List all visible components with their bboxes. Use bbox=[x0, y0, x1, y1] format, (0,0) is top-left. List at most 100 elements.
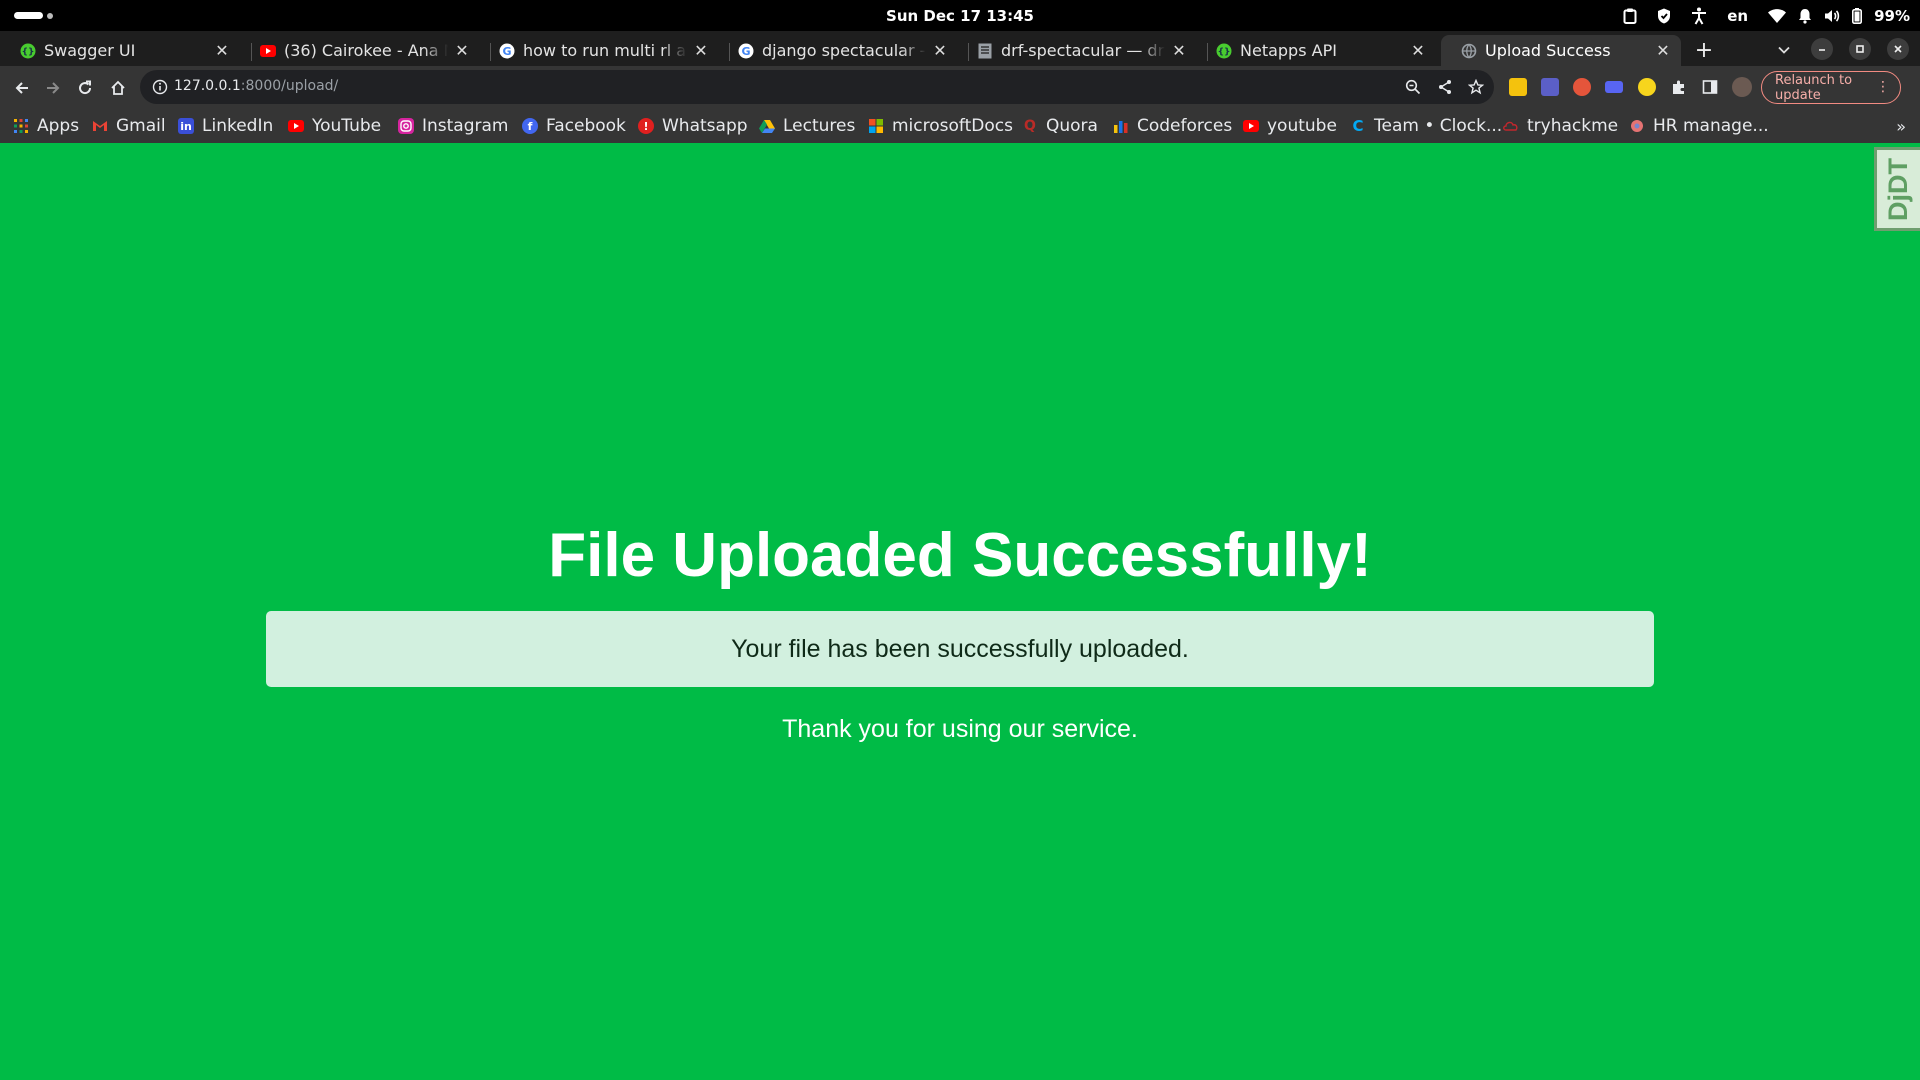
status-icons-group[interactable]: 99% bbox=[1768, 6, 1910, 26]
djdt-label: DjDT bbox=[1883, 157, 1913, 221]
activities-indicator[interactable] bbox=[14, 12, 53, 19]
extension-screen-icon[interactable] bbox=[1605, 81, 1623, 93]
tab-netapps-api[interactable]: {} Netapps API ✕ bbox=[1196, 35, 1436, 66]
reload-icon bbox=[79, 80, 92, 95]
close-icon[interactable]: ✕ bbox=[932, 41, 948, 60]
success-message-box: Your file has been successfully uploaded… bbox=[266, 611, 1654, 687]
menu-dots-icon[interactable]: ⋮ bbox=[1876, 79, 1890, 95]
close-icon[interactable]: ✕ bbox=[1410, 41, 1426, 60]
globe-icon bbox=[1461, 43, 1477, 59]
bookmark-star-icon[interactable] bbox=[1467, 78, 1485, 96]
bookmark-linkedin[interactable]: in LinkedIn bbox=[178, 115, 273, 137]
apps-grid-icon bbox=[13, 118, 29, 134]
close-icon[interactable]: ✕ bbox=[1171, 41, 1187, 60]
extension-notes-icon[interactable] bbox=[1509, 78, 1527, 96]
bookmark-label: Apps bbox=[37, 116, 80, 136]
back-button[interactable] bbox=[10, 76, 34, 100]
maximize-icon bbox=[1856, 45, 1864, 53]
bookmark-team-clock[interactable]: C Team • Clock... bbox=[1350, 115, 1502, 137]
tab-google-search-django[interactable]: G django spectacular - Google ✕ bbox=[718, 35, 958, 66]
tab-drf-spectacular-docs[interactable]: drf-spectacular — drf-spectacular ✕ bbox=[957, 35, 1197, 66]
swagger-icon: {} bbox=[20, 43, 36, 59]
tab-cairokee[interactable]: (36) Cairokee - Ana Nejm ✕ bbox=[240, 35, 480, 66]
close-icon bbox=[1894, 45, 1902, 53]
system-tray[interactable]: en 99% bbox=[1623, 5, 1910, 27]
quora-icon: Q bbox=[1024, 118, 1036, 134]
bookmark-label: Lectures bbox=[783, 116, 856, 136]
notifications-off-icon bbox=[1798, 8, 1812, 24]
bookmark-gmail[interactable]: Gmail bbox=[92, 115, 166, 137]
workspace-active-indicator bbox=[14, 12, 43, 19]
tab-title: Upload Success bbox=[1485, 41, 1611, 60]
bookmark-instagram[interactable]: Instagram bbox=[398, 115, 509, 137]
close-icon[interactable]: ✕ bbox=[693, 41, 709, 60]
bookmark-tryhackme[interactable]: tryhackme bbox=[1503, 115, 1618, 137]
bookmark-lectures[interactable]: Lectures bbox=[759, 115, 855, 137]
new-tab-button[interactable]: + bbox=[1692, 38, 1716, 63]
site-info-icon[interactable] bbox=[152, 79, 168, 95]
system-clock[interactable]: Sun Dec 17 13:45 bbox=[886, 7, 1034, 25]
close-window-button[interactable] bbox=[1887, 38, 1909, 60]
bookmark-hr-manage[interactable]: HR manage... bbox=[1629, 115, 1769, 137]
extension-teams-icon[interactable] bbox=[1541, 78, 1559, 96]
profile-avatar[interactable] bbox=[1732, 77, 1752, 97]
home-button[interactable] bbox=[106, 76, 130, 100]
extension-ublock-icon[interactable] bbox=[1638, 78, 1656, 96]
microsoft-icon bbox=[868, 118, 884, 134]
docs-icon bbox=[977, 43, 993, 59]
share-icon[interactable] bbox=[1436, 78, 1454, 96]
bookmark-quora[interactable]: Q Quora bbox=[1022, 115, 1098, 137]
bookmark-microsoftdocs[interactable]: microsoftDocs bbox=[868, 115, 1013, 137]
home-icon bbox=[111, 80, 125, 95]
close-icon[interactable]: ✕ bbox=[454, 41, 470, 60]
google-icon: G bbox=[499, 43, 515, 59]
wifi-icon bbox=[1768, 9, 1787, 23]
facebook-icon: f bbox=[522, 118, 538, 134]
minimize-icon bbox=[1819, 49, 1825, 51]
bookmark-label: Quora bbox=[1046, 116, 1098, 136]
system-top-bar: Sun Dec 17 13:45 en 99% bbox=[0, 0, 1920, 31]
bookmark-label: microsoftDocs bbox=[892, 116, 1013, 136]
tab-search-button[interactable] bbox=[1772, 38, 1796, 62]
side-panel-icon[interactable] bbox=[1701, 78, 1719, 96]
whatsapp-icon: ! bbox=[638, 118, 654, 134]
bookmark-facebook[interactable]: f Facebook bbox=[522, 115, 626, 137]
bookmark-label: youtube bbox=[1267, 116, 1337, 136]
bookmark-label: Codeforces bbox=[1137, 116, 1233, 136]
youtube-icon bbox=[1243, 118, 1259, 134]
bookmarks-overflow-icon[interactable]: » bbox=[1896, 117, 1906, 136]
shield-icon[interactable] bbox=[1657, 6, 1671, 26]
address-bar[interactable]: 127.0.0.1:8000/upload/ bbox=[140, 70, 1494, 104]
bookmark-label: HR manage... bbox=[1653, 116, 1769, 136]
hr-icon bbox=[1629, 118, 1645, 134]
svg-text:{}: {} bbox=[1218, 47, 1231, 57]
relaunch-button[interactable]: Relaunch to update ⋮ bbox=[1761, 71, 1901, 104]
close-icon[interactable]: ✕ bbox=[214, 41, 230, 60]
bookmark-youtube-2[interactable]: youtube bbox=[1243, 115, 1337, 137]
django-debug-toolbar-handle[interactable]: DjDT bbox=[1874, 147, 1920, 231]
tab-upload-success[interactable]: Upload Success ✕ bbox=[1441, 35, 1681, 66]
bookmark-whatsapp[interactable]: ! Whatsapp bbox=[638, 115, 748, 137]
bookmark-codeforces[interactable]: Codeforces bbox=[1113, 115, 1232, 137]
close-icon[interactable]: ✕ bbox=[1655, 41, 1671, 60]
thank-you-text: Thank you for using our service. bbox=[782, 715, 1138, 743]
forward-button[interactable] bbox=[41, 76, 65, 100]
tab-google-search-rl[interactable]: G how to run multi rl agents ✕ bbox=[479, 35, 719, 66]
battery-percentage: 99% bbox=[1874, 7, 1910, 25]
browser-tab-strip: {} Swagger UI ✕ (36) Cairokee - Ana Nejm… bbox=[0, 31, 1920, 66]
zoom-icon[interactable] bbox=[1404, 78, 1422, 96]
accessibility-icon[interactable] bbox=[1691, 6, 1707, 26]
bookmark-apps[interactable]: Apps bbox=[13, 115, 79, 137]
minimize-button[interactable] bbox=[1811, 38, 1833, 60]
bookmark-youtube[interactable]: YouTube bbox=[288, 115, 381, 137]
clipboard-icon[interactable] bbox=[1623, 6, 1637, 26]
extension-bug-icon[interactable] bbox=[1573, 78, 1591, 96]
tab-swagger-ui[interactable]: {} Swagger UI ✕ bbox=[0, 35, 240, 66]
swagger-icon: {} bbox=[1216, 43, 1232, 59]
extensions-puzzle-icon[interactable] bbox=[1670, 78, 1688, 96]
keyboard-language[interactable]: en bbox=[1727, 6, 1748, 26]
url-text[interactable]: 127.0.0.1:8000/upload/ bbox=[174, 78, 338, 94]
tab-title: how to run multi rl agents bbox=[523, 41, 687, 60]
maximize-button[interactable] bbox=[1849, 38, 1871, 60]
reload-button[interactable] bbox=[73, 76, 97, 100]
